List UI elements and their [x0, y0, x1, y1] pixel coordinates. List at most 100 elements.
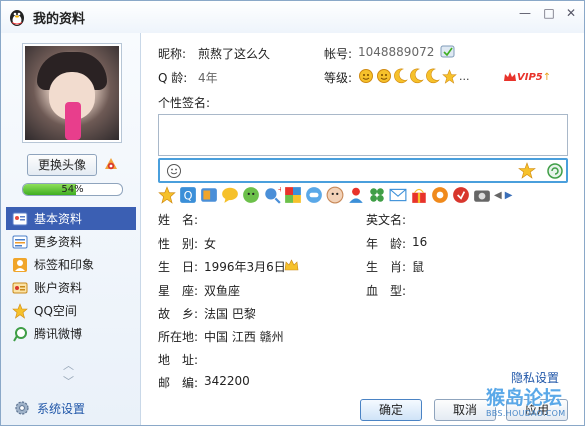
account-value: 1048889072 — [358, 45, 435, 59]
red-circle-icon[interactable] — [452, 186, 470, 204]
field-birthday-value: 1996年3月6日 — [204, 260, 286, 274]
field-label: 所在地: — [158, 330, 199, 344]
clover-icon[interactable] — [368, 186, 386, 204]
level-icons: ... — [358, 68, 470, 84]
field-label: 性 别: — [158, 237, 199, 251]
refresh-icon[interactable] — [546, 162, 564, 180]
sidebar-item-more-info[interactable]: 更多资料 — [6, 230, 136, 253]
emoji-toolbar: Q + ◀ ▶ — [158, 186, 512, 204]
sidebar-item-label: 基本资料 — [34, 212, 83, 226]
qq-penguin-icon — [10, 10, 24, 26]
vip-badge[interactable]: VIP5 ↑ — [503, 70, 551, 84]
star-icon — [12, 302, 28, 319]
crown-icon — [284, 259, 299, 271]
svg-text:+: + — [278, 186, 281, 194]
gear-icon — [15, 401, 29, 415]
field-label: 故 乡: — [158, 307, 199, 321]
camera-icon[interactable] — [102, 155, 120, 173]
person-icon[interactable] — [347, 186, 365, 204]
field-hometown-value: 法国 巴黎 — [204, 307, 256, 321]
privacy-settings-link[interactable]: 隐私设置 — [511, 369, 559, 386]
progress-label: 54% — [61, 184, 84, 195]
ok-button[interactable]: 确定 — [360, 399, 422, 421]
field-label: 星 座: — [158, 284, 199, 298]
title-bar[interactable]: 我的资料 — □ ✕ — [1, 1, 584, 33]
moon-icon — [394, 68, 408, 84]
green-smiley-icon[interactable] — [242, 186, 260, 204]
face-icon[interactable] — [326, 186, 344, 204]
field-gender-value: 女 — [204, 237, 217, 251]
sidebar-item-basic-info[interactable]: 基本资料 — [6, 207, 136, 230]
weibo-icon — [13, 326, 27, 342]
system-settings-label: 系统设置 — [37, 401, 86, 416]
copy-icon[interactable] — [440, 45, 456, 59]
sun-icon — [359, 69, 373, 83]
watermark-title: 猴岛论坛 — [486, 387, 563, 409]
gift-icon[interactable] — [410, 186, 428, 204]
scroll-down-icon[interactable]: ﹀ — [63, 373, 74, 389]
account-icon — [12, 282, 28, 293]
field-zodiac-value: 鼠 — [412, 260, 425, 274]
field-label: 英文名: — [366, 213, 407, 227]
sidebar-item-tags[interactable]: 标签和印象 — [6, 253, 136, 276]
scroll-up-icon[interactable]: ︿ — [63, 357, 74, 373]
field-label: 生 日: — [158, 260, 199, 274]
signature-input[interactable] — [158, 158, 568, 183]
sidebar-item-label: 更多资料 — [34, 235, 83, 249]
field-label: 血 型: — [366, 284, 407, 298]
account-label: 帐号: — [324, 47, 353, 61]
camera-icon[interactable] — [473, 186, 491, 204]
field-constellation-value: 双鱼座 — [204, 284, 241, 298]
scroll-right-icon[interactable]: ▶ — [505, 190, 513, 201]
list-card-icon — [12, 235, 28, 248]
mail-icon[interactable] — [389, 186, 407, 204]
sidebar-item-label: QQ空间 — [34, 304, 77, 318]
star-icon[interactable] — [158, 186, 176, 204]
svg-text:Q: Q — [184, 190, 193, 203]
maximize-button[interactable]: □ — [540, 5, 558, 21]
moon-icon — [410, 68, 424, 84]
id-badge-icon[interactable] — [200, 186, 218, 204]
sidebar-item-account[interactable]: 账户资料 — [6, 276, 136, 299]
qage-value: 4年 — [198, 71, 218, 85]
tag-person-icon — [13, 257, 27, 272]
chat-blue-icon[interactable] — [305, 186, 323, 204]
search-plus-icon[interactable]: + — [263, 186, 281, 204]
sidebar-item-weibo[interactable]: 腾讯微博 — [6, 322, 136, 345]
minimize-button[interactable]: — — [516, 5, 534, 21]
colorful-grid-icon[interactable] — [284, 186, 302, 204]
chat-bubble-icon[interactable] — [221, 186, 239, 204]
avatar[interactable] — [22, 43, 122, 143]
nickname-value: 煎熬了这么久 — [198, 47, 271, 61]
signature-label: 个性签名: — [158, 96, 211, 110]
level-label: 等级: — [324, 71, 353, 85]
profile-panel: 昵称: 煎熬了这么久 帐号: 1048889072 Q 龄: 4年 等级: ..… — [142, 33, 584, 425]
field-label: 邮 编: — [158, 376, 199, 390]
change-avatar-button[interactable]: 更换头像 — [27, 154, 97, 176]
nickname-label: 昵称: — [158, 47, 187, 61]
field-label: 年 龄: — [366, 237, 407, 251]
profile-window: 我的资料 — □ ✕ 更换头像 54% 基本资料 更多资料 标签和印象 账户资料… — [0, 0, 585, 426]
magic-star-icon[interactable] — [518, 162, 536, 180]
orange-circle-icon[interactable] — [431, 186, 449, 204]
qq-card-icon[interactable]: Q — [179, 186, 197, 204]
field-age-value: 16 — [412, 235, 428, 249]
sun-icon — [377, 69, 391, 83]
smiley-icon[interactable] — [166, 163, 182, 179]
field-label: 姓 名: — [158, 213, 199, 227]
signature-textarea[interactable] — [158, 114, 568, 156]
star-icon — [442, 68, 457, 84]
up-arrow-icon: ↑ — [542, 71, 552, 83]
sidebar-item-label: 腾讯微博 — [34, 327, 83, 341]
forum-watermark: 猴岛论坛 BBS.HOUDAO.COM — [486, 387, 582, 425]
left-panel: 更换头像 54% 基本资料 更多资料 标签和印象 账户资料 QQ空间 腾讯微博 … — [1, 33, 141, 425]
field-zipcode-value: 342200 — [204, 374, 250, 388]
moon-icon — [426, 68, 440, 84]
level-more: ... — [459, 69, 470, 83]
system-settings-link[interactable]: 系统设置 — [13, 399, 85, 417]
sidebar-item-qzone[interactable]: QQ空间 — [6, 299, 136, 322]
scroll-left-icon[interactable]: ◀ — [494, 190, 502, 201]
vip-label: VIP5 — [517, 71, 543, 83]
field-label: 地 址: — [158, 353, 199, 367]
close-button[interactable]: ✕ — [562, 5, 580, 21]
